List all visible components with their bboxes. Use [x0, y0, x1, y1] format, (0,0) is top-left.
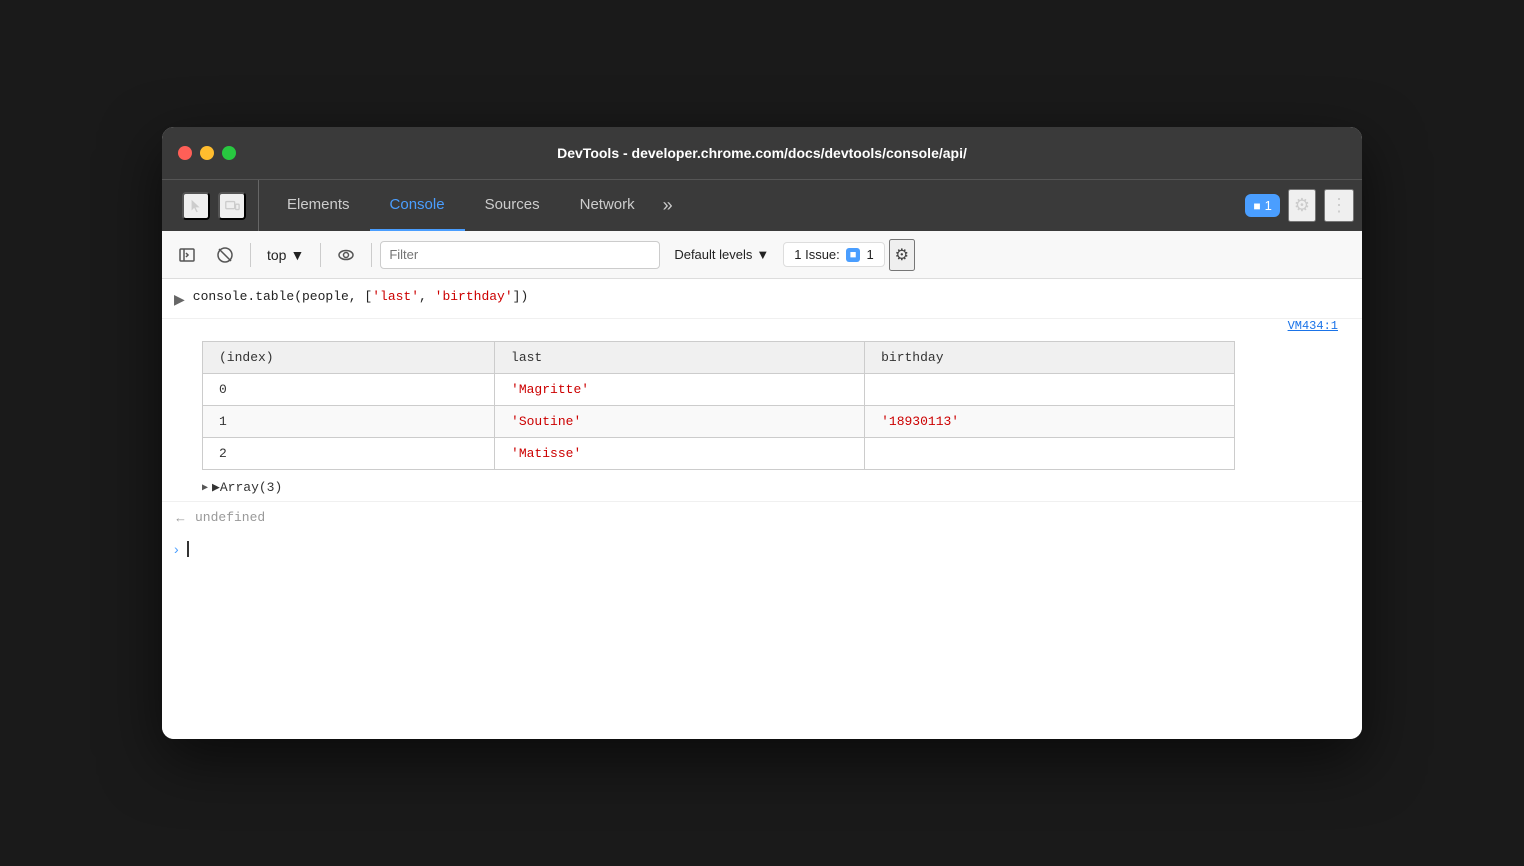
console-table: (index) last birthday 0 'Magritte' 1 'So…: [202, 341, 1235, 470]
return-arrow-icon: ←: [174, 510, 187, 525]
tab-sources[interactable]: Sources: [465, 180, 560, 231]
toolbar-separator-3: [371, 243, 372, 267]
more-options-button[interactable]: ⋮: [1324, 189, 1354, 222]
triangle-icon: ▶: [202, 482, 208, 494]
toolbar-separator-2: [320, 243, 321, 267]
cell-last-0: 'Magritte': [495, 374, 865, 406]
cursor-icon-btn[interactable]: [182, 192, 210, 220]
console-command-line: ▶ console.table(people, ['last', 'birthd…: [162, 279, 1362, 319]
array-label: ▶Array(3): [212, 480, 282, 495]
table-row: 1 'Soutine' '18930113': [203, 406, 1235, 438]
cell-birthday-2: [865, 438, 1235, 470]
text-cursor: [187, 541, 189, 557]
issues-badge[interactable]: ■ 1: [1245, 194, 1279, 217]
cell-index-0: 0: [203, 374, 495, 406]
console-settings-btn[interactable]: ⚙: [889, 239, 915, 271]
col-header-birthday: birthday: [865, 342, 1235, 374]
clear-console-btn[interactable]: [208, 239, 242, 271]
tabs: Elements Console Sources Network »: [267, 180, 1237, 231]
cell-index-1: 1: [203, 406, 495, 438]
cell-last-2: 'Matisse': [495, 438, 865, 470]
window-title: DevTools - developer.chrome.com/docs/dev…: [557, 145, 967, 161]
issue-counter[interactable]: 1 Issue: ■ 1: [783, 242, 884, 267]
dropdown-arrow-icon: ▼: [290, 247, 304, 263]
source-link[interactable]: VM434:1: [1288, 319, 1338, 333]
tab-console[interactable]: Console: [370, 180, 465, 231]
table-row: 0 'Magritte': [203, 374, 1235, 406]
tabbar-right: ■ 1 ⚙ ⋮: [1237, 189, 1354, 222]
cell-index-2: 2: [203, 438, 495, 470]
array-expand[interactable]: ▶ ▶Array(3): [162, 474, 1362, 501]
undefined-line: ← undefined: [162, 501, 1362, 533]
sidebar-toggle-btn[interactable]: [170, 239, 204, 271]
close-button[interactable]: [178, 146, 192, 160]
table-row: 2 'Matisse': [203, 438, 1235, 470]
cell-birthday-0: [865, 374, 1235, 406]
toolbar-separator-1: [250, 243, 251, 267]
issues-icon: ■: [1253, 199, 1260, 213]
devtools-window: DevTools - developer.chrome.com/docs/dev…: [162, 127, 1362, 739]
tab-elements[interactable]: Elements: [267, 180, 370, 231]
console-table-wrapper: (index) last birthday 0 'Magritte' 1 'So…: [162, 341, 1362, 470]
device-toggle-btn[interactable]: [218, 192, 246, 220]
prompt-icon: ›: [174, 541, 179, 557]
issue-count: 1: [866, 247, 873, 262]
context-selector[interactable]: top ▼: [259, 243, 312, 267]
traffic-lights: [178, 146, 236, 160]
expand-arrow-icon[interactable]: ▶: [174, 291, 185, 308]
undefined-value: undefined: [195, 510, 265, 525]
filter-input[interactable]: [380, 241, 660, 269]
cursor-line[interactable]: ›: [162, 533, 1362, 565]
col-header-last: last: [495, 342, 865, 374]
cell-birthday-1: '18930113': [865, 406, 1235, 438]
console-content: ▶ console.table(people, ['last', 'birthd…: [162, 279, 1362, 739]
issue-icon: ■: [846, 248, 861, 262]
eye-icon-btn[interactable]: [329, 239, 363, 271]
tab-more-btn[interactable]: »: [655, 195, 681, 216]
settings-button[interactable]: ⚙: [1288, 189, 1316, 222]
titlebar: DevTools - developer.chrome.com/docs/dev…: [162, 127, 1362, 179]
console-command: console.table(people, ['last', 'birthday…: [193, 289, 528, 304]
tabbar: Elements Console Sources Network » ■ 1 ⚙…: [162, 179, 1362, 231]
cell-last-1: 'Soutine': [495, 406, 865, 438]
maximize-button[interactable]: [222, 146, 236, 160]
context-label: top: [267, 247, 286, 263]
col-header-index: (index): [203, 342, 495, 374]
source-line: VM434:1: [162, 319, 1362, 337]
console-toolbar: top ▼ Default levels ▼ 1 Issue: ■ 1 ⚙: [162, 231, 1362, 279]
log-levels-dropdown[interactable]: Default levels ▼: [664, 243, 779, 266]
log-levels-arrow-icon: ▼: [756, 247, 769, 262]
tab-network[interactable]: Network: [560, 180, 655, 231]
log-levels-label: Default levels: [674, 247, 752, 262]
issue-label: 1 Issue:: [794, 247, 840, 262]
minimize-button[interactable]: [200, 146, 214, 160]
toolbar-icons: [170, 180, 259, 231]
